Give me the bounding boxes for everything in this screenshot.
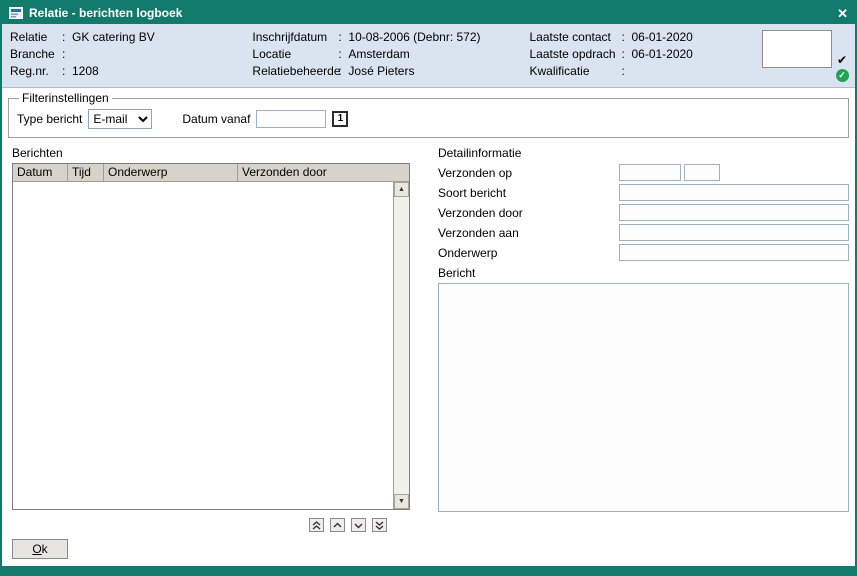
messages-table: Datum Tijd Onderwerp Verzonden door ▲ ▼ [12,163,410,510]
vertical-scrollbar[interactable]: ▲ ▼ [393,182,409,509]
header-column-1: Relatie:GK catering BV Branche: Reg.nr.:… [10,30,252,83]
relatiebeheerder-value: José Pieters [348,64,414,79]
close-icon[interactable]: ✕ [837,7,848,20]
inschrijfdatum-label: Inschrijfdatum [252,30,338,45]
window-title: Relatie - berichten logboek [29,6,182,20]
ok-button[interactable]: Ok [12,539,68,559]
verzonden-op-tijd-input[interactable] [684,164,720,181]
detail-pane: Detailinformatie Verzonden op Soort beri… [438,144,849,532]
berichten-title: Berichten [12,146,410,160]
soort-bericht-label: Soort bericht [438,186,619,200]
previous-record-button[interactable] [330,518,345,532]
status-marks: ✔ ✓ [835,30,849,83]
type-bericht-select[interactable]: E-mail [88,109,152,129]
verzonden-door-label: Verzonden door [438,206,619,220]
record-navigation [309,518,410,532]
title-bar: Relatie - berichten logboek ✕ [2,2,855,24]
datum-vanaf-label: Datum vanaf [182,112,250,126]
column-header-tijd[interactable]: Tijd [68,164,104,182]
relatie-value: GK catering BV [72,30,155,45]
bericht-textarea[interactable] [438,283,849,512]
verzonden-door-input[interactable] [619,204,849,221]
soort-bericht-input[interactable] [619,184,849,201]
laatste-opdracht-value: 06-01-2020 [631,47,692,62]
column-header-onderwerp[interactable]: Onderwerp [104,164,238,182]
header-column-2: Inschrijfdatum:10-08-2006 (Debnr: 572) L… [252,30,529,83]
filter-section: Filterinstellingen Type bericht E-mail D… [2,88,855,140]
messages-pane: Berichten Datum Tijd Onderwerp Verzonden… [12,144,410,532]
kwalificatie-label: Kwalificatie [529,64,621,79]
verzonden-aan-label: Verzonden aan [438,226,619,240]
detailinformatie-title: Detailinformatie [438,146,849,160]
relatie-label: Relatie [10,30,62,45]
footer-bar: Ok [2,532,855,566]
first-record-button[interactable] [309,518,324,532]
verzonden-op-datum-input[interactable] [619,164,681,181]
column-header-datum[interactable]: Datum [13,164,68,182]
relatiebeheerder-label: Relatiebeheerde [252,64,338,79]
green-check-icon: ✓ [836,69,849,82]
relation-header: Relatie:GK catering BV Branche: Reg.nr.:… [2,24,855,88]
next-record-button[interactable] [351,518,366,532]
onderwerp-input[interactable] [619,244,849,261]
main-content: Berichten Datum Tijd Onderwerp Verzonden… [2,140,855,532]
photo-placeholder [762,30,832,68]
inschrijfdatum-value: 10-08-2006 (Debnr: 572) [348,30,480,45]
scroll-down-icon[interactable]: ▼ [394,494,409,509]
scroll-up-icon[interactable]: ▲ [394,182,409,197]
last-record-button[interactable] [372,518,387,532]
calendar-icon[interactable]: 1 [332,111,348,127]
verzonden-op-label: Verzonden op [438,166,619,180]
branche-label: Branche [10,47,62,62]
column-header-verzonden-door[interactable]: Verzonden door [238,164,409,182]
regnr-label: Reg.nr. [10,64,62,79]
laatste-contact-label: Laatste contact [529,30,621,45]
datum-vanaf-input[interactable] [256,110,326,128]
locatie-value: Amsterdam [348,47,409,62]
photo-area: ✔ ✓ [762,30,849,83]
filter-fieldset: Filterinstellingen Type bericht E-mail D… [8,91,849,138]
window-icon [9,7,23,19]
regnr-value: 1208 [72,64,99,79]
type-bericht-label: Type bericht [17,112,82,126]
laatste-contact-value: 06-01-2020 [631,30,692,45]
checked-checkbox-icon[interactable]: ✔ [837,54,847,66]
locatie-label: Locatie [252,47,338,62]
verzonden-aan-input[interactable] [619,224,849,241]
header-column-3: Laatste contact:06-01-2020 Laatste opdra… [529,30,762,83]
bericht-label: Bericht [438,266,849,280]
filter-legend: Filterinstellingen [19,91,112,105]
laatste-opdracht-label: Laatste opdrach [529,47,621,62]
messages-table-header: Datum Tijd Onderwerp Verzonden door [13,164,409,182]
dialog-window: Relatie - berichten logboek ✕ Relatie:GK… [0,0,857,576]
messages-table-body[interactable] [13,182,393,509]
bottom-border-strip [2,566,855,575]
onderwerp-label: Onderwerp [438,246,619,260]
